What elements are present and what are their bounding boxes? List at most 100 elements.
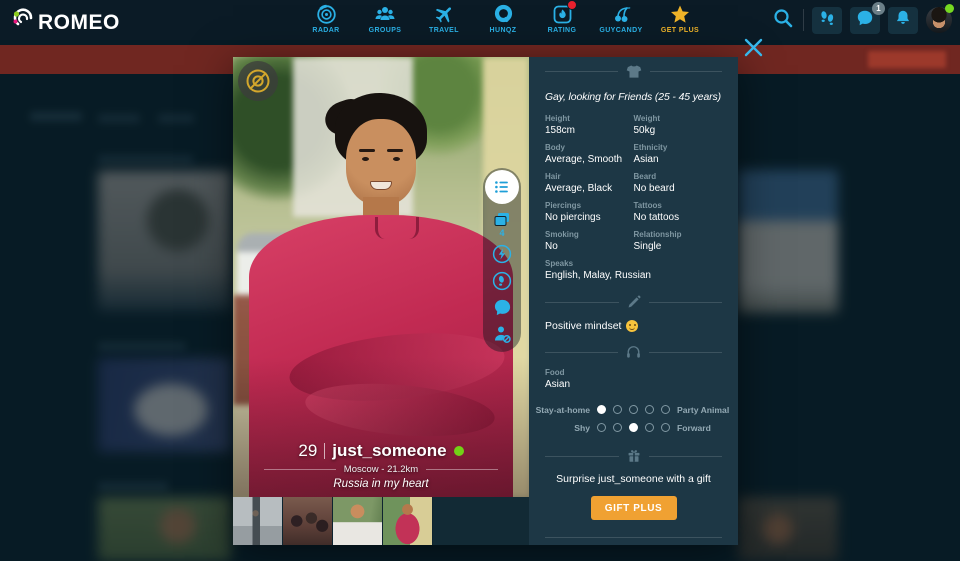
attribute-weight: Weight 50kg (634, 114, 723, 136)
search-icon[interactable] (771, 6, 795, 35)
scale-dot[interactable] (645, 423, 654, 432)
top-nav: ROMEO RADAR (0, 0, 960, 40)
attribute-height: Height 158cm (545, 114, 634, 136)
romeo-logo-icon (10, 7, 36, 38)
pencil-icon (627, 295, 641, 309)
nav-right-cluster: 1 (771, 0, 952, 40)
scale-dots (597, 423, 670, 432)
plane-icon (434, 3, 455, 25)
scale-dot[interactable] (613, 405, 622, 414)
scale-dot[interactable] (597, 405, 606, 414)
scale-dot[interactable] (597, 423, 606, 432)
details-tab-button[interactable] (485, 170, 519, 204)
nav-item-groups[interactable]: GROUPS (362, 3, 408, 34)
banner-button[interactable] (868, 51, 946, 68)
block-user-button[interactable] (492, 324, 512, 344)
gift-prompt-text: Surprise just_someone with a gift (529, 473, 738, 485)
attribute-ethnicity: Ethnicity Asian (634, 143, 723, 165)
close-icon (742, 36, 765, 59)
section-divider-lifestyle (545, 345, 722, 359)
messages-badge: 1 (872, 2, 885, 15)
profile-tagline: Russia in my heart (233, 478, 529, 490)
scale-social: Stay-at-home Party Animal (529, 402, 738, 417)
close-button[interactable] (742, 36, 765, 64)
profile-main-photo[interactable]: 4 (233, 57, 529, 497)
profile-location: Moscow - 21.2km (344, 464, 418, 475)
footprints-icon (818, 9, 836, 32)
photo-count: 4 (499, 229, 504, 237)
nav-item-travel[interactable]: TRAVEL (421, 3, 467, 34)
attribute-speaks: Speaks English, Malay, Russian (545, 259, 722, 281)
scale-dot[interactable] (629, 423, 638, 432)
scale-dot[interactable] (661, 405, 670, 414)
personality-scales: Stay-at-home Party Animal Shy Forward (529, 402, 738, 435)
scale-confidence: Shy Forward (529, 420, 738, 435)
profile-identity: 29 just_someone Moscow - 21.2km Russia i… (233, 441, 529, 490)
nav-divider (803, 9, 804, 31)
tshirt-icon (626, 64, 642, 79)
messages-button[interactable]: 1 (850, 7, 880, 34)
nav-item-radar[interactable]: RADAR (303, 3, 349, 34)
panel-divider (545, 537, 722, 538)
section-divider-about (545, 295, 722, 309)
footprint-button[interactable] (492, 271, 512, 291)
headphones-icon (626, 345, 641, 359)
gift-plus-button[interactable]: GIFT PLUS (591, 496, 677, 520)
profile-username: just_someone (332, 441, 446, 461)
notifications-button[interactable] (888, 7, 918, 34)
primary-nav: RADAR GROUPS (303, 3, 703, 34)
profile-modal: 4 (233, 57, 738, 545)
details-list-icon (493, 178, 511, 196)
nav-item-guycandy[interactable]: GUYCANDY (598, 3, 644, 34)
nav-item-hunqz[interactable]: HUNQZ (480, 3, 526, 34)
looking-for-headline: Gay, looking for Friends (25 - 45 years) (545, 92, 722, 103)
scale-dot[interactable] (645, 405, 654, 414)
quickshare-button[interactable] (492, 244, 512, 264)
photo-thumbnail[interactable] (233, 497, 282, 545)
user-block-icon (492, 324, 512, 344)
chat-bubble-icon (856, 9, 874, 32)
attribute-piercings: Piercings No piercings (545, 201, 634, 223)
romeo-logo[interactable]: ROMEO (10, 7, 120, 38)
attribute-food: Food Asian (545, 368, 722, 390)
attribute-relationship: Relationship Single (634, 230, 723, 252)
scale-dot[interactable] (629, 405, 638, 414)
nav-item-rating[interactable]: RATING (539, 3, 585, 34)
attribute-beard: Beard No beard (634, 172, 723, 194)
lightning-icon (492, 244, 512, 264)
chat-bubble-icon (493, 298, 512, 317)
profile-action-rail: 4 (483, 168, 521, 352)
photo-thumbnail-strip (233, 497, 529, 545)
user-avatar[interactable] (926, 7, 952, 33)
scale-dots (597, 405, 670, 414)
logo-text: ROMEO (38, 11, 120, 35)
hunqz-icon (493, 3, 514, 25)
photos-icon (493, 211, 511, 229)
footprints-button[interactable] (812, 7, 842, 34)
scale-dot[interactable] (613, 423, 622, 432)
gift-icon (627, 449, 641, 463)
about-text: Positive mindset (545, 320, 722, 332)
photo-thumbnail[interactable] (383, 497, 432, 545)
photo-thumbnail[interactable] (333, 497, 382, 545)
scale-dot[interactable] (661, 423, 670, 432)
photos-tab-button[interactable]: 4 (493, 211, 511, 237)
photo-thumbnail[interactable] (283, 497, 332, 545)
cherries-icon (611, 3, 632, 25)
smiley-icon (626, 320, 638, 332)
section-divider-profile (545, 64, 722, 79)
footprint-icon (492, 271, 512, 291)
attribute-tattoos: Tattoos No tattoos (634, 201, 723, 223)
nav-item-getplus[interactable]: GET PLUS (657, 3, 703, 34)
profile-age: 29 (298, 441, 317, 461)
bell-icon (894, 9, 912, 32)
no-public-photo-icon (245, 68, 271, 94)
photo-column: 4 (233, 57, 529, 545)
chat-button[interactable] (493, 298, 512, 317)
attribute-body: Body Average, Smooth (545, 143, 634, 165)
profile-details-panel: Gay, looking for Friends (25 - 45 years)… (529, 57, 738, 545)
rating-notification-badge (567, 0, 577, 10)
radar-icon (316, 3, 337, 25)
attribute-smoking: Smoking No (545, 230, 634, 252)
online-status-dot (945, 4, 954, 13)
